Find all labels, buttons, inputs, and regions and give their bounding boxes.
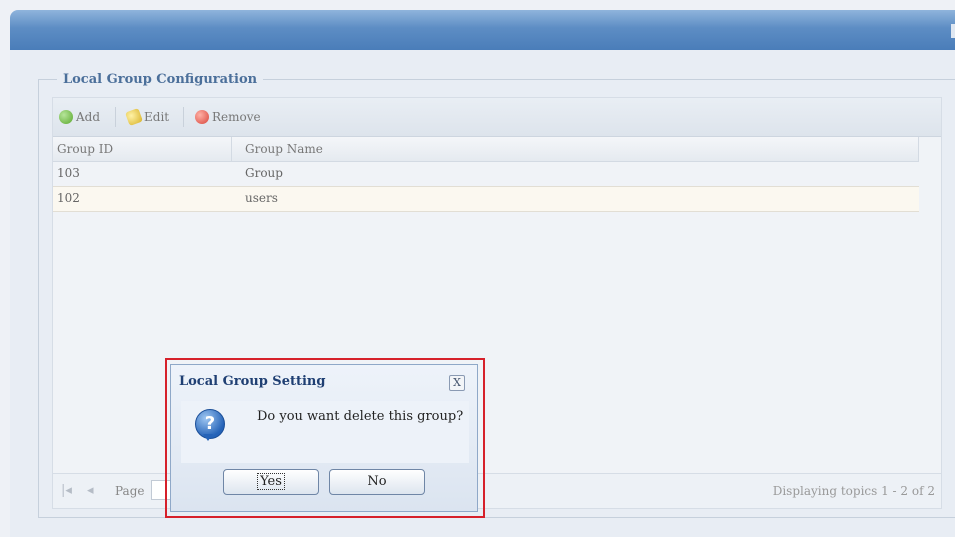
remove-button-label: Remove: [212, 110, 261, 124]
no-button-label: No: [367, 474, 387, 489]
no-button[interactable]: No: [329, 469, 425, 495]
grid-toolbar: Add Edit Remove: [53, 98, 941, 137]
group-name-cell: Group: [245, 166, 283, 180]
header-tab-corner: [951, 24, 955, 38]
add-icon: [59, 110, 73, 124]
toolbar-divider: [115, 107, 116, 127]
table-row[interactable]: 102 users: [53, 186, 919, 212]
displaying-topics-text: Displaying topics 1 - 2 of 2: [772, 484, 935, 498]
table-row[interactable]: 103 Group: [53, 162, 919, 186]
add-button-label: Add: [76, 110, 101, 124]
yes-button-label: Yes: [257, 473, 285, 490]
group-id-cell: 103: [57, 166, 80, 180]
dialog-title: Local Group Setting: [179, 374, 326, 389]
add-button[interactable]: Add: [59, 108, 100, 126]
dialog-body: ? Do you want delete this group?: [181, 401, 469, 463]
local-group-setting-dialog: Local Group Setting X ? Do you want dele…: [170, 364, 478, 512]
question-icon-tail: [203, 434, 213, 441]
remove-icon: [195, 110, 209, 124]
dialog-message: Do you want delete this group?: [257, 409, 464, 424]
edit-button-label: Edit: [144, 110, 170, 124]
toolbar-divider: [183, 107, 184, 127]
column-header-group-name[interactable]: Group Name: [245, 142, 323, 156]
page-label: Page: [115, 484, 145, 498]
edit-icon: [125, 108, 143, 126]
column-header-group-id[interactable]: Group ID: [57, 142, 113, 156]
edit-button[interactable]: Edit: [125, 108, 170, 126]
table-header: Group ID Group Name: [53, 137, 919, 162]
section-title: Local Group Configuration: [63, 72, 258, 87]
close-icon[interactable]: X: [449, 375, 465, 391]
group-name-cell: users: [245, 191, 278, 205]
window-header-bar: [10, 10, 955, 50]
column-divider: [231, 137, 232, 161]
prev-page-icon[interactable]: ◂: [87, 483, 94, 498]
first-page-icon[interactable]: |◂: [61, 483, 72, 498]
yes-button[interactable]: Yes: [223, 469, 319, 495]
column-divider: [918, 137, 919, 161]
remove-button[interactable]: Remove: [195, 108, 261, 126]
group-id-cell: 102: [57, 191, 80, 205]
